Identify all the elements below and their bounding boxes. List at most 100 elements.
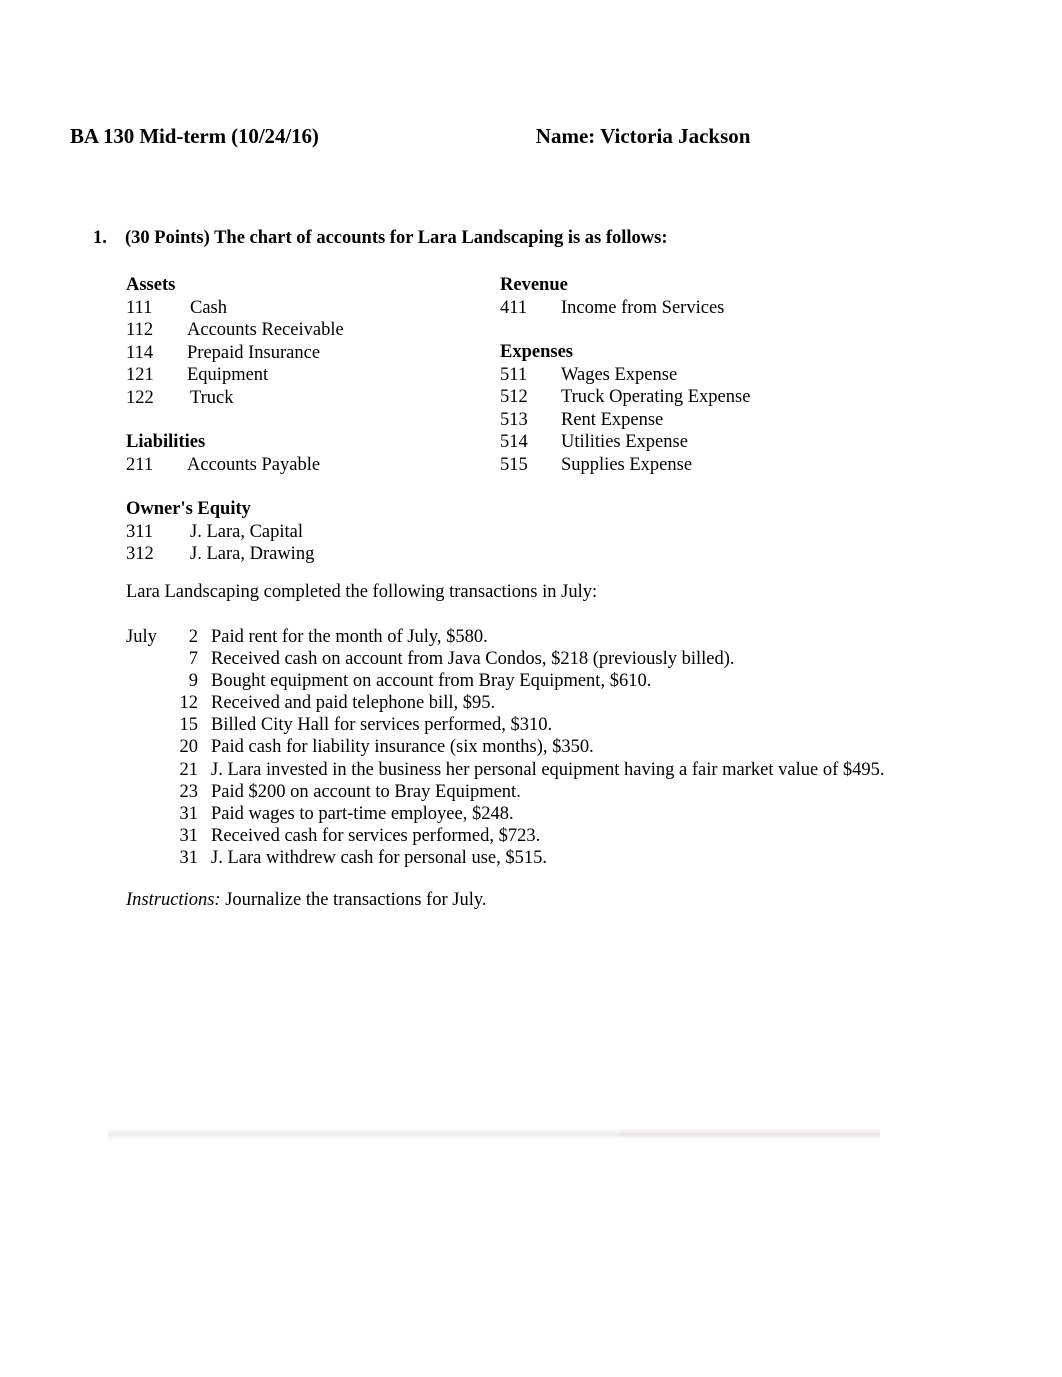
transaction-description: Paid wages to part-time employee, $248. <box>211 803 514 824</box>
account-code: 511 <box>500 364 528 385</box>
document-header: BA 130 Mid-term (10/24/16) Name: Victori… <box>70 124 970 149</box>
account-label: Utilities Expense <box>561 432 688 452</box>
account-group-heading: Assets <box>126 275 176 295</box>
account-row: 512 Truck Operating Expense <box>500 386 940 409</box>
account-label: Equipment <box>187 365 269 385</box>
transaction-description: Paid rent for the month of July, $580. <box>211 627 488 647</box>
transactions-intro: Lara Landscaping completed the following… <box>126 582 598 602</box>
transaction-row: 9 Bought equipment on account from Bray … <box>126 670 1006 692</box>
account-code: 312 <box>126 544 154 564</box>
transaction-row: 31 Received cash for services performed,… <box>126 825 1006 847</box>
transaction-day: 15 <box>179 715 199 736</box>
account-row: 514 Utilities Expense <box>500 431 940 454</box>
account-group-owners-equity: Owner's Equity 311 J. Lara, Capital 312 … <box>126 498 496 566</box>
transaction-day: 31 <box>179 825 199 846</box>
document-page: BA 130 Mid-term (10/24/16) Name: Victori… <box>0 0 1062 1377</box>
account-label: Truck Operating Expense <box>561 387 751 407</box>
account-code: 514 <box>500 432 528 452</box>
account-row: 515 Supplies Expense <box>500 454 940 477</box>
account-label: Truck <box>190 387 234 408</box>
account-row: 122 Truck <box>126 387 496 410</box>
account-label: Prepaid Insurance <box>187 342 321 363</box>
transaction-day: 2 <box>188 627 198 647</box>
transaction-description: Paid $200 on account to Bray Equipment. <box>211 781 521 802</box>
account-code: 513 <box>500 409 528 430</box>
account-code: 112 <box>126 320 154 340</box>
transaction-row: 15 Billed City Hall for services perform… <box>126 714 1006 736</box>
account-group-revenue: Revenue 411 Income from Services <box>500 274 940 319</box>
account-label: Rent Expense <box>561 409 664 430</box>
account-row: 114 Prepaid Insurance <box>126 342 496 365</box>
transaction-description: Received cash for services performed, $7… <box>211 825 541 846</box>
transactions-list: July 2 Paid rent for the month of July, … <box>126 626 1006 869</box>
transaction-day: 31 <box>179 803 199 824</box>
transaction-description: Received cash on account from Java Condo… <box>211 649 735 670</box>
account-row: 121 Equipment <box>126 364 496 387</box>
transaction-row: July 2 Paid rent for the month of July, … <box>126 626 1006 648</box>
account-group-heading: Revenue <box>500 275 568 295</box>
transaction-row: 21 J. Lara invested in the business her … <box>126 759 1006 781</box>
account-group-assets: Assets 111 Cash 112 Accounts Receivable … <box>126 274 496 409</box>
account-label: J. Lara, Drawing <box>190 544 315 564</box>
account-group-heading: Owner's Equity <box>126 499 251 519</box>
account-code: 512 <box>500 387 528 407</box>
transaction-day: 9 <box>188 671 198 692</box>
account-code: 411 <box>500 297 528 318</box>
instructions-label: Instructions: <box>126 890 221 910</box>
transaction-day: 23 <box>179 781 199 802</box>
student-name: Name: Victoria Jackson <box>535 124 751 148</box>
account-group-liabilities: Liabilities 211 Accounts Payable <box>126 431 496 476</box>
account-code: 311 <box>126 521 154 542</box>
account-code: 121 <box>126 365 154 385</box>
question-1-block: 1. (30 Points) The chart of accounts for… <box>93 228 993 249</box>
account-row: 411 Income from Services <box>500 297 940 320</box>
accounts-left-column: Assets 111 Cash 112 Accounts Receivable … <box>126 274 496 566</box>
account-label: Accounts Payable <box>187 454 321 475</box>
transaction-day: 21 <box>179 759 199 780</box>
transaction-day: 7 <box>188 649 198 670</box>
account-code: 515 <box>500 454 528 475</box>
transaction-description: Received and paid telephone bill, $95. <box>211 693 496 714</box>
transaction-description: Billed City Hall for services performed,… <box>211 715 553 736</box>
transaction-row: 7 Received cash on account from Java Con… <box>126 648 1006 670</box>
account-row: 513 Rent Expense <box>500 409 940 432</box>
instructions-text: Journalize the transactions for July. <box>225 890 487 910</box>
account-label: Cash <box>190 297 227 318</box>
account-row: 211 Accounts Payable <box>126 454 496 477</box>
accounts-right-column: Revenue 411 Income from Services Expense… <box>500 274 940 476</box>
account-code: 211 <box>126 454 154 475</box>
account-row: 111 Cash <box>126 297 496 320</box>
page-title: BA 130 Mid-term (10/24/16) <box>70 124 319 148</box>
transaction-row: 23 Paid $200 on account to Bray Equipmen… <box>126 781 1006 803</box>
transaction-day: 12 <box>179 693 199 714</box>
page-break-shadow <box>108 1128 880 1142</box>
transaction-description: Paid cash for liability insurance (six m… <box>211 737 594 758</box>
account-group-heading: Liabilities <box>126 432 206 452</box>
account-row: 312 J. Lara, Drawing <box>126 543 496 566</box>
account-group-expenses: Expenses 511 Wages Expense 512 Truck Ope… <box>500 341 940 476</box>
transaction-row: 20 Paid cash for liability insurance (si… <box>126 736 1006 758</box>
account-group-heading: Expenses <box>500 342 573 362</box>
account-code: 122 <box>126 387 154 408</box>
question-number: 1. <box>93 228 107 248</box>
transaction-month: July <box>126 627 157 647</box>
account-label: J. Lara, Capital <box>190 521 304 542</box>
transaction-day: 31 <box>179 847 199 868</box>
transaction-description: J. Lara invested in the business her per… <box>211 759 885 780</box>
transaction-row: 31 J. Lara withdrew cash for personal us… <box>126 847 1006 869</box>
account-label: Accounts Receivable <box>187 320 344 340</box>
account-code: 114 <box>126 342 154 363</box>
page-break-shadow-tint <box>620 1129 880 1138</box>
account-label: Income from Services <box>561 297 725 318</box>
account-code: 111 <box>126 297 153 318</box>
account-label: Wages Expense <box>561 364 678 385</box>
transaction-day: 20 <box>179 737 199 758</box>
transaction-description: Bought equipment on account from Bray Eq… <box>211 671 652 692</box>
transaction-row: 31 Paid wages to part-time employee, $24… <box>126 803 1006 825</box>
instructions-line: Instructions: Journalize the transaction… <box>126 889 487 912</box>
account-row: 511 Wages Expense <box>500 364 940 387</box>
question-1-heading: 1. (30 Points) The chart of accounts for… <box>93 228 993 249</box>
transaction-row: 12 Received and paid telephone bill, $95… <box>126 692 1006 714</box>
account-label: Supplies Expense <box>561 454 693 475</box>
transaction-description: J. Lara withdrew cash for personal use, … <box>211 847 547 868</box>
